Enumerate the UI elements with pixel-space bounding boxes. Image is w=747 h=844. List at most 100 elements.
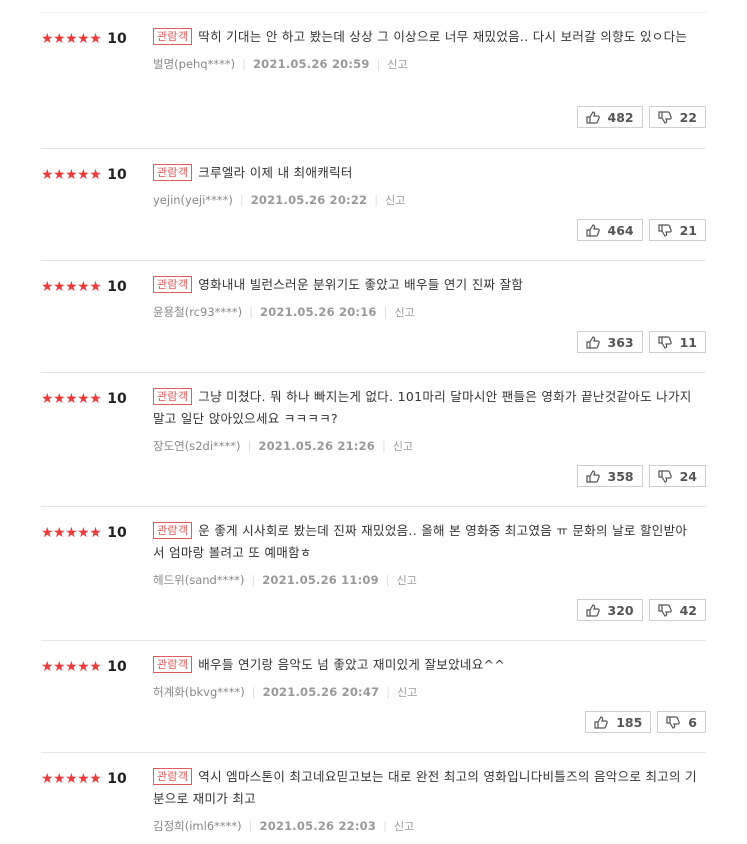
dislike-count: 24 — [679, 468, 697, 484]
report-link[interactable]: 신고 — [394, 304, 414, 320]
author[interactable]: 헤드위(sand****) — [153, 572, 244, 588]
star-rating-icon: ★★★★★ — [41, 771, 102, 787]
report-link[interactable]: 신고 — [385, 192, 405, 208]
thumbs-down-icon — [657, 469, 672, 483]
thumbs-down-icon — [657, 223, 672, 237]
report-link[interactable]: 신고 — [397, 572, 417, 588]
dislike-count: 42 — [679, 602, 697, 618]
rating: ★★★★★ 10 — [41, 769, 127, 789]
review-item: ★★★★★ 10 관람객 크루엘라 이제 내 최애캐릭터 yejin(yeji**… — [41, 148, 706, 249]
rating-score: 10 — [107, 659, 127, 675]
like-count: 185 — [616, 714, 643, 730]
rating: ★★★★★ 10 — [41, 389, 127, 409]
rating-score: 10 — [107, 31, 127, 47]
review-text: 관람객 역시 엠마스톤이 최고네요믿고보는 대로 완전 최고의 영화입니다비틀즈의… — [153, 766, 698, 810]
author[interactable]: 벌명(pehq****) — [153, 56, 235, 72]
thumbs-up-icon — [585, 603, 600, 617]
dislike-button[interactable]: 11 — [648, 331, 706, 353]
report-link[interactable]: 신고 — [387, 56, 407, 72]
dislike-button[interactable]: 22 — [648, 106, 706, 128]
like-count: 464 — [607, 222, 634, 238]
star-rating-icon: ★★★★★ — [41, 659, 102, 675]
dislike-count: 22 — [679, 109, 697, 125]
viewer-badge: 관람객 — [153, 768, 193, 785]
thumbs-down-icon — [657, 110, 672, 124]
review-content: 크루엘라 이제 내 최애캐릭터 — [198, 165, 353, 180]
dislike-count: 21 — [679, 222, 697, 238]
star-rating-icon: ★★★★★ — [41, 279, 102, 295]
like-count: 363 — [607, 334, 634, 350]
review-content: 배우들 연기랑 음악도 넘 좋았고 재미있게 잘보았네요^^ — [198, 657, 506, 672]
like-count: 482 — [607, 109, 634, 125]
divider: | — [249, 305, 254, 319]
dislike-button[interactable]: 42 — [648, 599, 706, 621]
divider: | — [383, 819, 387, 833]
divider: | — [239, 193, 244, 207]
rating-score: 10 — [107, 167, 127, 183]
rating: ★★★★★ 10 — [41, 165, 127, 185]
dislike-button[interactable]: 6 — [657, 711, 706, 733]
viewer-badge: 관람객 — [153, 388, 193, 405]
report-link[interactable]: 신고 — [393, 438, 413, 454]
dislike-button[interactable]: 24 — [648, 465, 706, 487]
review-item: ★★★★★ 10 관람객 딱히 기대는 안 하고 봤는데 상상 그 이상으로 너무… — [41, 12, 706, 128]
review-date: 2021.05.26 20:59 — [252, 57, 370, 71]
thumbs-up-icon — [594, 715, 608, 729]
review-text: 관람객 배우들 연기랑 음악도 넘 좋았고 재미있게 잘보았네요^^ — [153, 654, 698, 676]
rating: ★★★★★ 10 — [41, 657, 127, 677]
like-button[interactable]: 358 — [576, 465, 643, 487]
divider: | — [385, 573, 390, 587]
star-rating-icon: ★★★★★ — [41, 525, 102, 541]
review-text: 관람객 그냥 미쳤다. 뭐 하나 빠지는게 없다. 101마리 달마시안 팬들은 … — [153, 386, 698, 430]
thumbs-up-icon — [585, 110, 600, 124]
review-item: ★★★★★ 10 관람객 역시 엠마스톤이 최고네요믿고보는 대로 완전 최고의 … — [41, 752, 706, 844]
thumbs-down-icon — [657, 603, 672, 617]
rating-score: 10 — [107, 771, 127, 787]
like-button[interactable]: 185 — [585, 711, 652, 733]
divider: | — [251, 573, 256, 587]
viewer-badge: 관람객 — [153, 28, 193, 45]
review-date: 2021.05.26 20:22 — [250, 193, 368, 207]
author[interactable]: 허계화(bkvg****) — [153, 684, 245, 700]
star-rating-icon: ★★★★★ — [41, 167, 102, 183]
like-count: 358 — [607, 468, 634, 484]
review-content: 딱히 기대는 안 하고 봤는데 상상 그 이상으로 너무 재밌었음.. 다시 보… — [198, 29, 688, 44]
divider: | — [247, 439, 252, 453]
author[interactable]: yejin(yeji****) — [153, 193, 233, 207]
rating-score: 10 — [107, 391, 127, 407]
review-content: 영화내내 빌런스러운 분위기도 좋았고 배우들 연기 진짜 잘함 — [198, 277, 524, 292]
review-text: 관람객 크루엘라 이제 내 최애캐릭터 — [153, 162, 698, 184]
divider: | — [383, 305, 388, 319]
report-link[interactable]: 신고 — [397, 684, 417, 700]
viewer-badge: 관람객 — [153, 164, 193, 181]
rating: ★★★★★ 10 — [41, 277, 127, 297]
rating-score: 10 — [107, 525, 127, 541]
like-button[interactable]: 320 — [576, 599, 643, 621]
review-text: 관람객 영화내내 빌런스러운 분위기도 좋았고 배우들 연기 진짜 잘함 — [153, 274, 698, 296]
review-date: 2021.05.26 20:16 — [260, 305, 377, 319]
report-link[interactable]: 신고 — [394, 818, 414, 834]
like-button[interactable]: 482 — [576, 106, 643, 128]
review-item: ★★★★★ 10 관람객 배우들 연기랑 음악도 넘 좋았고 재미있게 잘보았네요… — [41, 640, 706, 741]
thumbs-up-icon — [585, 469, 600, 483]
thumbs-up-icon — [585, 223, 600, 237]
review-text: 관람객 운 좋게 시사회로 봤는데 진짜 재밌었음.. 올해 본 영화중 최고였음… — [153, 520, 698, 564]
author[interactable]: 김정희(iml6****) — [153, 818, 242, 834]
thumbs-down-icon — [657, 335, 672, 349]
like-count: 320 — [607, 602, 634, 618]
like-button[interactable]: 363 — [576, 331, 643, 353]
review-item: ★★★★★ 10 관람객 운 좋게 시사회로 봤는데 진짜 재밌었음.. 올해 본… — [41, 506, 706, 629]
review-date: 2021.05.26 20:47 — [262, 685, 380, 699]
review-item: ★★★★★ 10 관람객 그냥 미쳤다. 뭐 하나 빠지는게 없다. 101마리 … — [41, 372, 706, 495]
like-button[interactable]: 464 — [576, 219, 643, 241]
author[interactable]: 윤용철(rc93****) — [153, 304, 242, 320]
author[interactable]: 장도연(s2di****) — [153, 438, 241, 454]
divider: | — [376, 57, 381, 71]
dislike-button[interactable]: 21 — [648, 219, 706, 241]
review-date: 2021.05.26 11:09 — [262, 573, 379, 587]
rating-score: 10 — [107, 279, 127, 295]
review-text: 관람객 딱히 기대는 안 하고 봤는데 상상 그 이상으로 너무 재밌었음.. 다… — [153, 26, 698, 48]
divider: | — [374, 193, 379, 207]
review-item: ★★★★★ 10 관람객 영화내내 빌런스러운 분위기도 좋았고 배우들 연기 진… — [41, 260, 706, 361]
review-content: 역시 엠마스톤이 최고네요믿고보는 대로 완전 최고의 영화입니다비틀즈의 음악… — [153, 769, 697, 806]
